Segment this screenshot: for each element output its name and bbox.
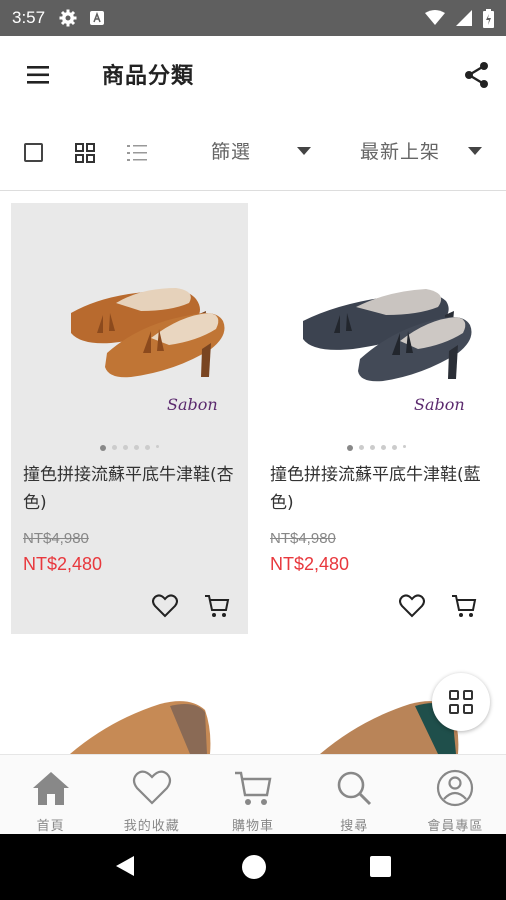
carousel-dot[interactable] [134, 445, 139, 450]
nav-label: 搜尋 [340, 819, 369, 834]
toolbar: 篩選 最新上架 [0, 114, 506, 191]
hamburger-menu-icon[interactable] [24, 63, 54, 87]
nav-item-home[interactable]: 首頁 [0, 755, 101, 834]
app-notification-icon [90, 11, 105, 25]
sort-caret-icon [468, 146, 483, 155]
nav-label: 購物車 [232, 819, 275, 834]
nav-item-member[interactable]: 會員專區 [405, 755, 506, 834]
settings-icon [59, 9, 77, 27]
nav-item-cart[interactable]: 購物車 [202, 755, 303, 834]
nav-item-favorites[interactable]: 我的收藏 [101, 755, 202, 834]
product-name[interactable]: 撞色拼接流蘇平底牛津鞋(藍色) [270, 461, 485, 517]
next-products-peek[interactable] [0, 650, 506, 754]
product-name[interactable]: 撞色拼接流蘇平底牛津鞋(杏色) [23, 461, 238, 517]
carousel-dot[interactable] [145, 445, 150, 450]
carousel-dot[interactable] [392, 445, 397, 450]
carousel-dots [258, 445, 495, 451]
brand-logo: Sabon [414, 395, 465, 414]
carousel-dot[interactable] [381, 445, 386, 450]
category-grid-button[interactable] [432, 673, 490, 731]
heart-icon[interactable] [152, 594, 178, 618]
page-title: 商品分類 [102, 64, 195, 89]
filter-label: 篩選 [211, 141, 252, 163]
home-button[interactable] [242, 855, 266, 879]
brand-logo: Sabon [167, 395, 218, 414]
carousel-dot[interactable] [370, 445, 375, 450]
nav-label: 會員專區 [427, 819, 484, 834]
sort-dropdown[interactable]: 最新上架 [360, 137, 483, 164]
user-icon [437, 769, 474, 807]
nav-item-search[interactable]: 搜尋 [304, 755, 405, 834]
grid-view-icon[interactable] [74, 142, 96, 164]
back-icon[interactable] [114, 854, 136, 878]
bottom-nav: 首頁 我的收藏 購物車 搜尋 會員專區 [0, 754, 506, 834]
select-all-checkbox[interactable] [24, 143, 43, 162]
sale-price: NT$2,480 [270, 554, 350, 574]
heart-icon[interactable] [399, 594, 425, 618]
search-icon [337, 771, 372, 806]
heart-icon [132, 770, 171, 805]
signal-icon [456, 10, 472, 26]
carousel-dot[interactable] [359, 445, 364, 450]
cart-icon[interactable] [451, 593, 477, 619]
carousel-dot[interactable] [347, 445, 353, 451]
nav-label: 我的收藏 [123, 819, 180, 834]
product-card[interactable]: Sabon 撞色拼接流蘇平底牛津鞋(藍色) NT$4,980 NT$2,480 [258, 203, 495, 634]
sale-price: NT$2,480 [23, 554, 103, 574]
sort-label: 最新上架 [360, 141, 441, 163]
cart-icon [235, 771, 272, 805]
product-image[interactable]: Sabon [11, 203, 248, 438]
cart-icon[interactable] [204, 593, 230, 619]
original-price: NT$4,980 [270, 530, 336, 547]
carousel-dot[interactable] [403, 445, 406, 448]
carousel-dot[interactable] [156, 445, 159, 448]
wifi-icon [425, 10, 445, 25]
list-view-icon[interactable] [126, 142, 148, 164]
app-bar: 商品分類 [0, 36, 506, 114]
carousel-dot[interactable] [100, 445, 106, 451]
battery-icon [483, 8, 494, 28]
status-time: 3:57 [12, 8, 46, 27]
home-icon [32, 772, 69, 805]
share-icon[interactable] [462, 60, 492, 90]
carousel-dot[interactable] [123, 445, 128, 450]
status-bar: 3:57 [0, 0, 506, 36]
system-nav-bar [0, 834, 506, 900]
product-image[interactable]: Sabon [258, 203, 495, 438]
product-card[interactable]: Sabon 撞色拼接流蘇平底牛津鞋(杏色) NT$4,980 NT$2,480 [11, 203, 248, 634]
carousel-dots [11, 445, 248, 451]
nav-label: 首頁 [36, 819, 65, 834]
original-price: NT$4,980 [23, 530, 89, 547]
filter-dropdown[interactable]: 篩選 [211, 137, 312, 164]
grid-icon [449, 690, 473, 714]
filter-caret-icon [297, 146, 312, 155]
recent-apps-button[interactable] [370, 856, 391, 877]
carousel-dot[interactable] [112, 445, 117, 450]
